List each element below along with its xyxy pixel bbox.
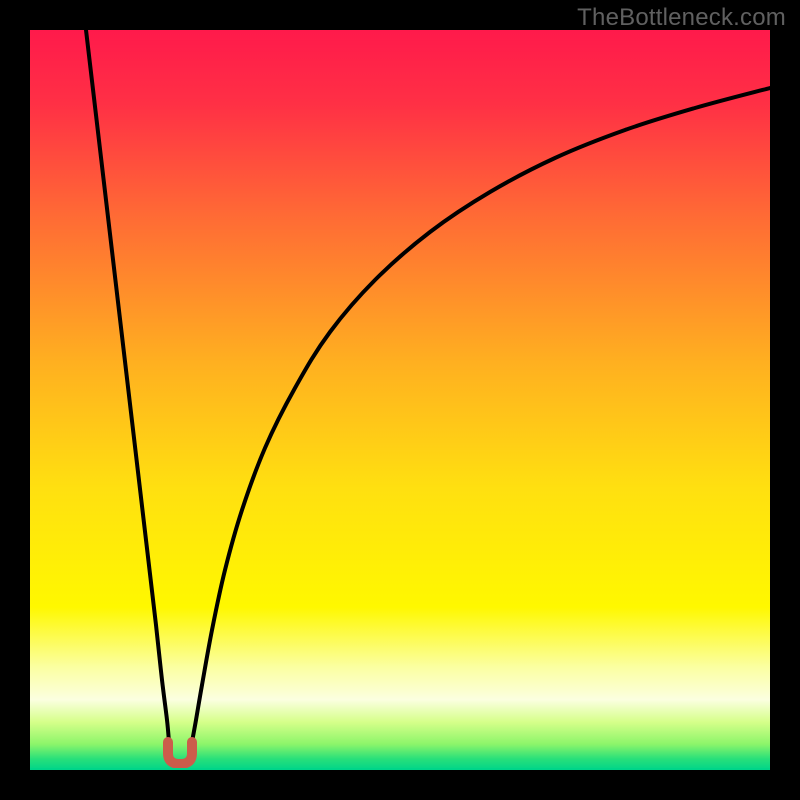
plot-frame — [30, 30, 770, 770]
watermark-text: TheBottleneck.com — [577, 4, 786, 32]
chart-container: TheBottleneck.com — [0, 0, 800, 800]
chart-svg — [30, 30, 770, 770]
chart-background — [30, 30, 770, 770]
